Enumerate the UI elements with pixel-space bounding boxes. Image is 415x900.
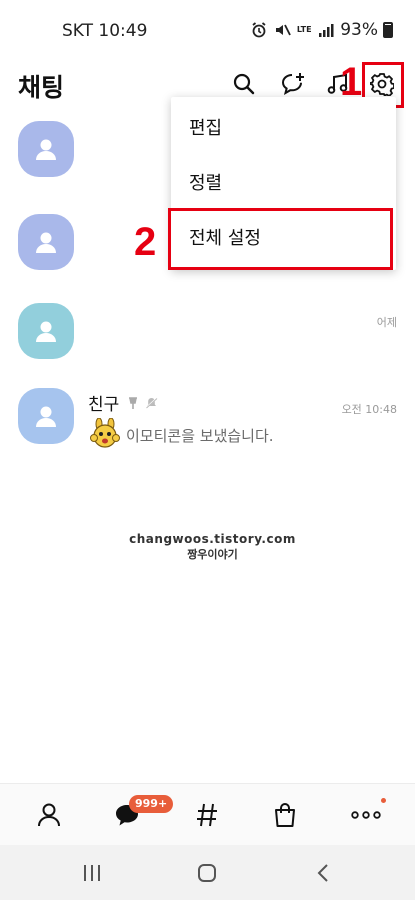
- lte-label: LTE: [296, 25, 312, 34]
- recent-apps-icon[interactable]: [79, 860, 105, 886]
- avatar: [18, 121, 74, 177]
- chat-list-item[interactable]: 어제: [0, 292, 415, 372]
- annotation-box-all-settings: [168, 208, 393, 270]
- chat-last-message: 이모티콘을 보냈습니다.: [126, 427, 274, 445]
- chat-list-item[interactable]: 친구 오전 10:48 이모티콘을 보냈습니다.: [0, 380, 415, 460]
- status-bar: SKT 10:49 LTE 93%: [0, 0, 415, 62]
- emoticon-sticker-icon: [90, 417, 120, 454]
- bottom-nav: [0, 783, 415, 845]
- search-icon[interactable]: [230, 70, 258, 98]
- notification-off-icon: [145, 394, 158, 413]
- alarm-icon: [250, 21, 268, 39]
- back-icon[interactable]: [310, 860, 336, 886]
- avatar: [18, 214, 74, 270]
- signal-icon: [317, 21, 335, 39]
- watermark-name: 짱우이야기: [187, 548, 238, 561]
- watermark-url: changwoos.tistory.com: [129, 532, 296, 546]
- avatar: [18, 388, 74, 444]
- more-tab-icon[interactable]: [349, 798, 383, 832]
- system-nav-bar: [0, 845, 415, 900]
- avatar: [18, 303, 74, 359]
- chat-time: 어제: [376, 316, 397, 329]
- friends-tab-icon[interactable]: [32, 798, 66, 832]
- pin-icon: [128, 394, 138, 413]
- menu-item-sort[interactable]: 정렬: [171, 154, 396, 210]
- home-icon[interactable]: [194, 860, 220, 886]
- page-title: 채팅: [18, 73, 65, 102]
- mute-icon: [273, 21, 291, 39]
- chat-name: 친구: [88, 395, 120, 415]
- new-chat-icon[interactable]: [279, 70, 307, 98]
- more-new-dot: [381, 798, 386, 803]
- chat-unread-badge: 999+: [129, 795, 174, 813]
- annotation-step-2: 2: [134, 220, 157, 264]
- carrier-time: SKT 10:49: [62, 21, 148, 41]
- menu-item-edit[interactable]: 편집: [171, 99, 396, 155]
- battery-percent: 93%: [340, 20, 378, 40]
- hashtag-tab-icon[interactable]: [190, 798, 224, 832]
- chat-time: 오전 10:48: [341, 403, 397, 416]
- shopping-tab-icon[interactable]: [268, 798, 302, 832]
- battery-icon: [383, 22, 393, 38]
